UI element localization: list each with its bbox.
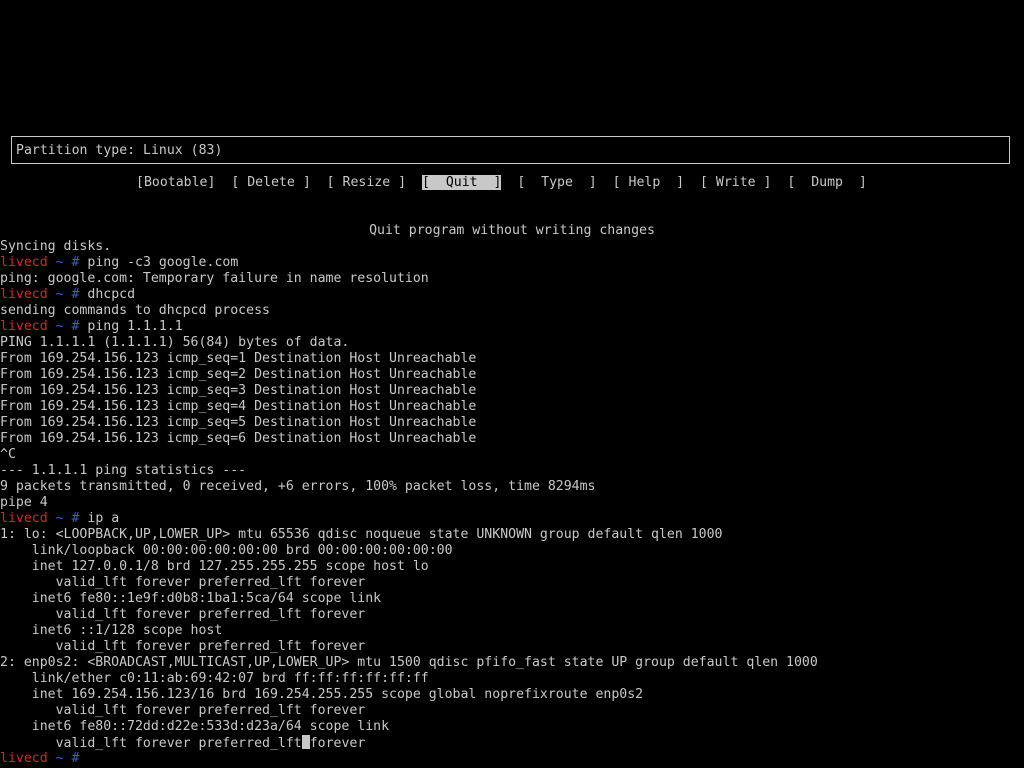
menu-label-dump: Dump xyxy=(795,175,859,190)
menu-label-delete: Delete xyxy=(239,175,303,190)
terminal-line: From 169.254.156.123 icmp_seq=4 Destinat… xyxy=(0,399,477,414)
terminal-prompt-line[interactable]: livecd ~ # xyxy=(0,751,1024,767)
menu-gap xyxy=(406,175,422,191)
menu-bracket-open: [ xyxy=(136,175,144,190)
menu-label-resize: Resize xyxy=(334,175,399,190)
terminal-line: ^C xyxy=(0,447,16,462)
prompt-path: ~ xyxy=(55,511,64,526)
terminal-line-text: forever xyxy=(309,736,366,751)
prompt-symbol: # xyxy=(71,511,80,526)
menu-bracket-close: ] xyxy=(207,175,216,190)
prompt-symbol: # xyxy=(71,255,80,270)
cfdisk-menu-bar: [Bootable] [ Delete ] [ Resize ] [ Quit … xyxy=(136,175,867,191)
prompt-symbol: # xyxy=(71,287,80,302)
terminal-line: --- 1.1.1.1 ping statistics --- xyxy=(0,463,247,478)
menu-gap xyxy=(597,175,613,191)
menu-item-bootable[interactable]: [Bootable] xyxy=(136,175,215,191)
terminal-line: From 169.254.156.123 icmp_seq=1 Destinat… xyxy=(0,351,477,366)
menu-item-resize[interactable]: [ Resize ] xyxy=(327,175,406,191)
terminal-prompt-line[interactable]: livecd ~ # ping 1.1.1.1 xyxy=(0,319,1024,335)
terminal-line: PING 1.1.1.1 (1.1.1.1) 56(84) bytes of d… xyxy=(0,335,350,350)
prompt-command: ip a xyxy=(87,511,120,526)
menu-gap xyxy=(684,175,700,191)
prompt-command: ping -c3 google.com xyxy=(87,255,239,270)
menu-hint-text: Quit program without writing changes xyxy=(369,223,655,238)
prompt-command: ping 1.1.1.1 xyxy=(87,319,183,334)
terminal-prompt-line[interactable]: livecd ~ # ping -c3 google.com xyxy=(0,255,1024,271)
menu-bracket-close: ] xyxy=(302,175,311,190)
menu-item-dump[interactable]: [ Dump ] xyxy=(787,175,866,191)
terminal-line: valid_lft forever preferred_lft forever xyxy=(0,639,366,654)
menu-gap xyxy=(311,175,327,191)
terminal-prompt-line[interactable]: livecd ~ # dhcpcd xyxy=(0,287,1024,303)
menu-gap xyxy=(501,175,517,191)
menu-bracket-open: [ xyxy=(421,175,430,190)
menu-item-type[interactable]: [ Type ] xyxy=(517,175,596,191)
menu-bracket-close: ] xyxy=(763,175,772,190)
prompt-hostname: livecd xyxy=(0,287,48,302)
prompt-symbol: # xyxy=(71,319,80,334)
partition-type-label: Partition type: Linux (83) xyxy=(16,143,223,158)
menu-bracket-close: ] xyxy=(676,175,685,190)
terminal-line: inet6 fe80::1e9f:d0b8:1ba1:5ca/64 scope … xyxy=(0,591,382,606)
menu-bracket-open: [ xyxy=(612,175,621,190)
menu-bracket-close: ] xyxy=(398,175,407,190)
prompt-path: ~ xyxy=(55,751,64,766)
terminal-line: valid_lft forever preferred_lft forever xyxy=(0,735,1024,751)
terminal-line: 2: enp0s2: <BROADCAST,MULTICAST,UP,LOWER… xyxy=(0,655,818,670)
terminal-line: ping: google.com: Temporary failure in n… xyxy=(0,271,429,286)
menu-item-delete[interactable]: [ Delete ] xyxy=(231,175,310,191)
menu-item-write[interactable]: [ Write ] xyxy=(700,175,771,191)
menu-label-bootable: Bootable xyxy=(143,175,208,190)
prompt-hostname: livecd xyxy=(0,511,48,526)
terminal-output: Syncing disks. livecd ~ # ping -c3 google… xyxy=(0,239,1024,767)
partition-info-box: Partition type: Linux (83) xyxy=(11,136,1010,164)
terminal-line: valid_lft forever preferred_lft forever xyxy=(0,703,366,718)
terminal-line: inet6 ::1/128 scope host xyxy=(0,623,223,638)
terminal-line: inet 169.254.156.123/16 brd 169.254.255.… xyxy=(0,687,644,702)
menu-label-type: Type xyxy=(525,175,589,190)
terminal-line: 1: lo: <LOOPBACK,UP,LOWER_UP> mtu 65536 … xyxy=(0,527,723,542)
prompt-hostname: livecd xyxy=(0,319,48,334)
menu-label-help: Help xyxy=(620,175,677,190)
terminal-line-text: valid_lft forever preferred_lft xyxy=(0,736,302,751)
menu-gap xyxy=(215,175,231,191)
terminal-line: sending commands to dhcpcd process xyxy=(0,303,270,318)
prompt-hostname: livecd xyxy=(0,751,48,766)
menu-label-quit: Quit xyxy=(429,175,494,190)
prompt-hostname: livecd xyxy=(0,255,48,270)
terminal-line: 9 packets transmitted, 0 received, +6 er… xyxy=(0,479,596,494)
prompt-command: dhcpcd xyxy=(87,287,136,302)
text-cursor xyxy=(301,735,310,749)
menu-bracket-close: ] xyxy=(858,175,867,190)
menu-gap xyxy=(772,175,788,191)
menu-bracket-close: ] xyxy=(493,175,502,190)
terminal-line: pipe 4 xyxy=(0,495,48,510)
menu-item-help[interactable]: [ Help ] xyxy=(613,175,684,191)
terminal-prompt-line[interactable]: livecd ~ # ip a xyxy=(0,511,1024,527)
menu-label-write: Write xyxy=(707,175,764,190)
menu-bracket-open: [ xyxy=(700,175,708,190)
prompt-path: ~ xyxy=(55,287,64,302)
terminal-line: inet 127.0.0.1/8 brd 127.255.255.255 sco… xyxy=(0,559,429,574)
prompt-path: ~ xyxy=(55,255,64,270)
menu-bracket-open: [ xyxy=(326,175,335,190)
menu-item-quit[interactable]: [ Quit ] xyxy=(421,175,502,191)
terminal-line: From 169.254.156.123 icmp_seq=6 Destinat… xyxy=(0,431,477,446)
terminal-line: link/ether c0:11:ab:69:42:07 brd ff:ff:f… xyxy=(0,671,429,686)
terminal-line: inet6 fe80::72dd:d22e:533d:d23a/64 scope… xyxy=(0,719,390,734)
prompt-path: ~ xyxy=(55,319,64,334)
terminal-line: From 169.254.156.123 icmp_seq=5 Destinat… xyxy=(0,415,477,430)
terminal-line: link/loopback 00:00:00:00:00:00 brd 00:0… xyxy=(0,543,453,558)
terminal-line: From 169.254.156.123 icmp_seq=3 Destinat… xyxy=(0,383,477,398)
menu-bracket-close: ] xyxy=(588,175,597,190)
prompt-symbol: # xyxy=(71,751,80,766)
terminal-line: Syncing disks. xyxy=(0,239,112,254)
terminal-line: From 169.254.156.123 icmp_seq=2 Destinat… xyxy=(0,367,477,382)
terminal-line: valid_lft forever preferred_lft forever xyxy=(0,607,366,622)
terminal-line: valid_lft forever preferred_lft forever xyxy=(0,575,366,590)
